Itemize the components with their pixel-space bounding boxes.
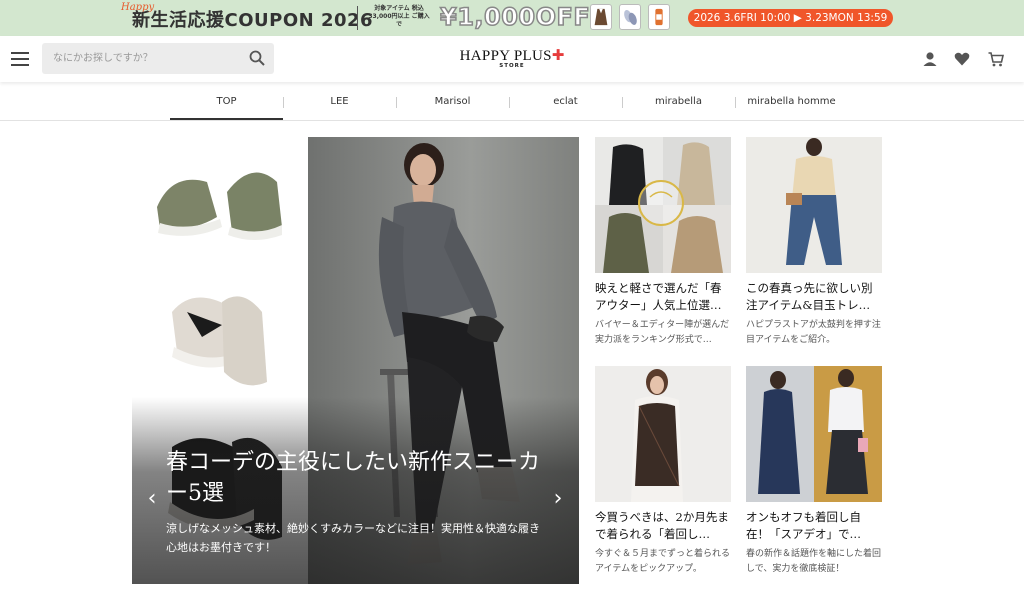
promo-title-coupon: COUPON 2026 — [224, 10, 374, 31]
category-nav: TOP LEE Marisol eclat mirabella mirabell… — [170, 84, 850, 120]
promo-divider — [357, 6, 358, 30]
article-card-desc: バイヤー＆エディター陣が選んだ実力派をランキング形式で… — [595, 320, 730, 345]
site-logo[interactable]: HAPPY PLUS✚ STORE — [452, 45, 572, 71]
tab-lee[interactable]: LEE — [283, 84, 396, 120]
nav-bottom-border — [0, 120, 1024, 121]
article-card[interactable]: オンもオフも着回し自在！「スアデオ」で… 春の新作＆話題作を軸にした着回しで、実… — [746, 366, 882, 577]
search-bar[interactable] — [42, 43, 274, 74]
article-card[interactable]: この春真っ先に欲しい別注アイテム&目玉トレ… ハピプラストアが太鼓判を押す注目ア… — [746, 137, 882, 348]
search-icon[interactable] — [248, 49, 266, 67]
promo-title-prefix: 新生活応援 — [132, 10, 225, 31]
favorites-heart-icon[interactable] — [953, 50, 971, 68]
tab-top[interactable]: TOP — [170, 84, 283, 120]
article-card-desc: ハピプラストアが太鼓判を押す注目アイテムをご紹介。 — [746, 320, 881, 345]
tab-eclat[interactable]: eclat — [509, 84, 622, 120]
promo-item-coat-thumb — [590, 4, 612, 30]
hero-title[interactable]: 春コーデの主役にしたい新作スニーカー5選 — [166, 447, 546, 509]
article-card-image — [595, 366, 731, 502]
logo-text: HAPPY PLUS — [459, 48, 552, 64]
tab-mirabella[interactable]: mirabella — [622, 84, 735, 120]
promo-item-shoes-thumb — [619, 4, 641, 30]
promo-banner[interactable]: Happy 新生活応援COUPON 2026 対象アイテム 税込33,000円以… — [0, 0, 1024, 36]
site-header: HAPPY PLUS✚ STORE — [0, 36, 1024, 82]
promo-item-bottle-thumb — [648, 4, 670, 30]
promo-discount: ¥1,000OFF — [439, 2, 591, 32]
article-card-title: 映えと軽さで選んだ「春アウター」人気上位選… — [595, 281, 722, 312]
article-card-desc: 今すぐ＆５月までずっと着られるアイテムをピックアップ。 — [595, 549, 731, 574]
hero-subtitle: 涼しげなメッシュ素材、絶妙くすみカラーなどに注目！実用性＆快適な履き心地はお墨付… — [166, 522, 540, 554]
article-card-image — [746, 366, 882, 502]
tab-mirabella-homme[interactable]: mirabella homme — [735, 84, 848, 120]
promo-title: 新生活応援COUPON 2026 — [132, 6, 373, 32]
article-card-desc: 春の新作＆話題作を軸にした着回しで、実力を徹底検証！ — [746, 549, 882, 574]
account-icon[interactable] — [921, 50, 939, 68]
search-input[interactable] — [42, 43, 242, 74]
article-card-title: オンもオフも着回し自在！「スアデオ」で… — [746, 510, 861, 541]
tab-marisol[interactable]: Marisol — [396, 84, 509, 120]
article-card-title: この春真っ先に欲しい別注アイテム&目玉トレ… — [746, 281, 873, 312]
article-card[interactable]: 映えと軽さで選んだ「春アウター」人気上位選… バイヤー＆エディター陣が選んだ実力… — [595, 137, 731, 348]
menu-icon[interactable] — [11, 52, 29, 66]
article-card-title: 今買うべきは、2か月先まで着られる「着回し… — [595, 510, 729, 541]
promo-conditions: 対象アイテム 税込33,000円以上 ご購入で — [368, 5, 430, 28]
article-card-image — [746, 137, 882, 273]
carousel-next-icon[interactable]: › — [550, 488, 566, 510]
hero-carousel[interactable]: 春コーデの主役にしたい新作スニーカー5選 涼しげなメッシュ素材、絶妙くすみカラー… — [132, 137, 579, 584]
article-card[interactable]: 今買うべきは、2か月先まで着られる「着回し… 今すぐ＆５月までずっと着られるアイ… — [595, 366, 731, 577]
carousel-prev-icon[interactable]: ‹ — [144, 488, 160, 510]
logo-cross-icon: ✚ — [551, 46, 565, 64]
cart-icon[interactable] — [987, 50, 1005, 68]
article-card-image — [595, 137, 731, 273]
promo-date-range: 2026 3.6FRI 10:00 ▶ 3.23MON 13:59 — [688, 9, 893, 27]
